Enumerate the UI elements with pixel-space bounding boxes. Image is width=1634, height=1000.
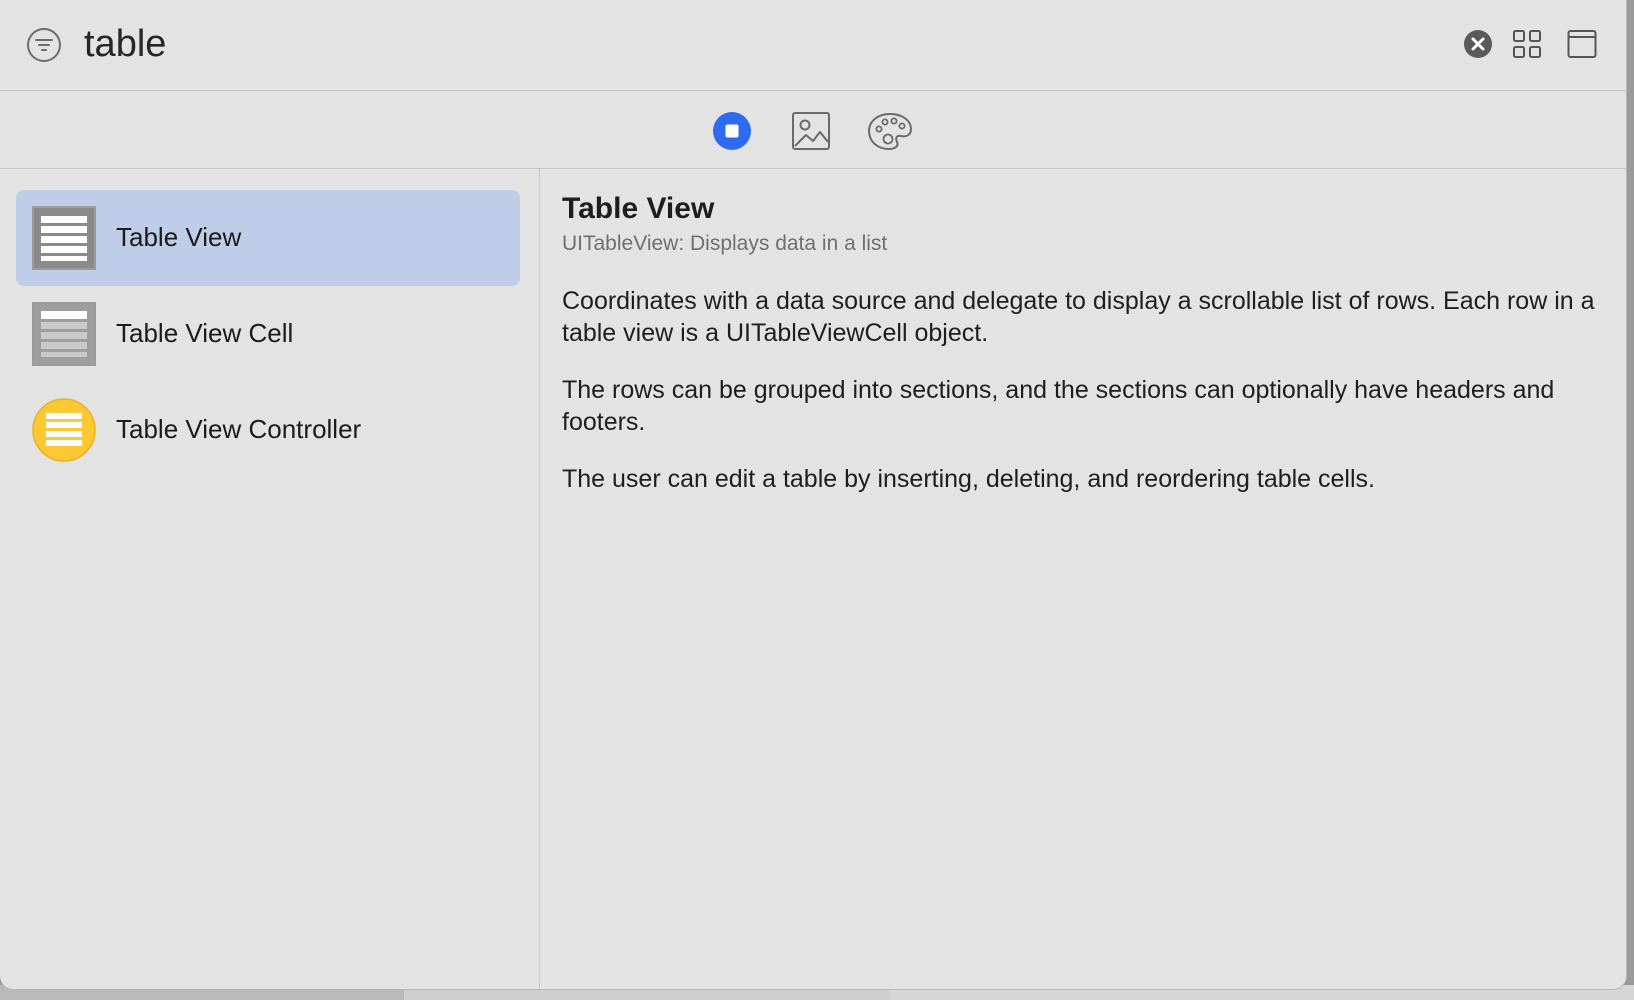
library-tab-bar: [0, 91, 1626, 169]
table-view-controller-icon: [32, 398, 96, 462]
detail-description: Coordinates with a data source and deleg…: [562, 285, 1602, 520]
list-item-label: Table View: [116, 222, 242, 252]
search-input[interactable]: table: [84, 18, 166, 70]
clear-icon[interactable]: [1463, 29, 1493, 59]
list-item-table-view-controller[interactable]: Table View Controller: [16, 382, 520, 478]
library-window: table Table View Table View Cell Table V…: [0, 0, 1627, 990]
table-view-cell-icon: [32, 302, 96, 366]
detail-title: Table View: [562, 192, 715, 225]
list-item-label: Table View Cell: [116, 318, 294, 348]
palette-icon[interactable]: [866, 109, 913, 153]
objects-icon[interactable]: [710, 109, 754, 153]
list-item-table-view-cell[interactable]: Table View Cell: [16, 286, 520, 382]
detail-subtitle: UITableView: Displays data in a list: [562, 232, 888, 255]
list-item-table-view[interactable]: Table View: [16, 190, 520, 286]
description-paragraph: The user can edit a table by inserting, …: [562, 465, 1375, 493]
table-view-icon: [32, 206, 96, 270]
filter-icon[interactable]: [26, 27, 62, 63]
list-item-label: Table View Controller: [116, 414, 362, 444]
description-paragraph: Coordinates with a data source and deleg…: [562, 287, 1595, 347]
search-bar: table: [0, 0, 1626, 91]
image-icon[interactable]: [789, 109, 833, 153]
library-list: Table View Table View Cell Table View Co…: [0, 169, 540, 989]
description-paragraph: The rows can be grouped into sections, a…: [562, 376, 1555, 436]
panel-icon[interactable]: [1567, 29, 1597, 59]
grid-icon[interactable]: [1512, 29, 1542, 59]
